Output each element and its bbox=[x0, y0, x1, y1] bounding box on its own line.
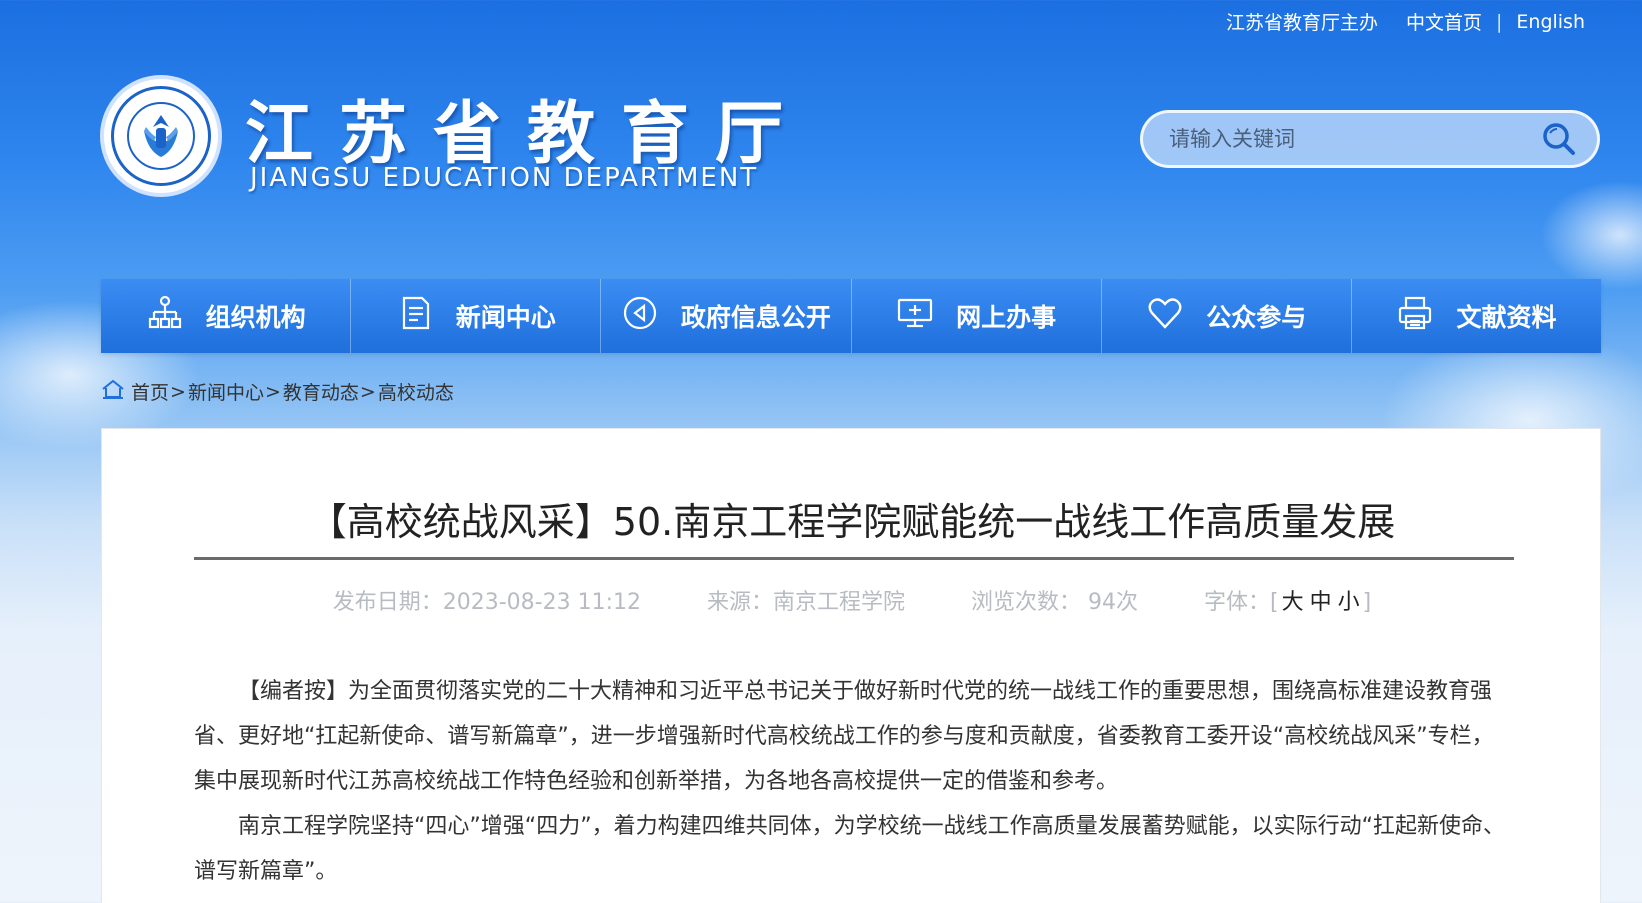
org-chart-icon bbox=[146, 294, 184, 338]
nav-item-org[interactable]: 组织机构 bbox=[101, 279, 352, 353]
heart-icon bbox=[1146, 294, 1184, 338]
document-icon bbox=[396, 294, 434, 338]
font-large-button[interactable]: 大 bbox=[1282, 590, 1304, 615]
view-count: 浏览次数： 94次 bbox=[971, 590, 1139, 615]
font-medium-button[interactable]: 中 bbox=[1310, 590, 1332, 615]
nav-item-gov-info[interactable]: 政府信息公开 bbox=[601, 279, 852, 353]
top-links: 江苏省教育厅主办 中文首页 | English bbox=[1226, 8, 1585, 35]
printer-icon bbox=[1396, 294, 1434, 338]
nav-item-documents[interactable]: 文献资料 bbox=[1352, 279, 1601, 353]
search-box bbox=[1140, 110, 1600, 168]
breadcrumb-university-news[interactable]: 高校动态 bbox=[378, 378, 454, 405]
breadcrumb-edu-news[interactable]: 教育动态 bbox=[283, 378, 359, 405]
nav-item-label: 公众参与 bbox=[1206, 303, 1307, 332]
nav-item-news[interactable]: 新闻中心 bbox=[351, 279, 602, 353]
article-meta: 发布日期：2023-08-23 11:12 来源：南京工程学院 浏览次数： 94… bbox=[102, 584, 1602, 616]
nav-item-label: 文献资料 bbox=[1456, 303, 1557, 332]
search-icon[interactable] bbox=[1541, 121, 1577, 157]
article-title: 【高校统战风采】50.南京工程学院赋能统一战线工作高质量发展 bbox=[308, 500, 1396, 544]
main-nav: 组织机构 新闻中心 政府信息公开 网上办事 公众参与 文献资料 bbox=[101, 279, 1601, 353]
nav-item-label: 网上办事 bbox=[956, 303, 1057, 332]
department-emblem-icon[interactable] bbox=[100, 75, 222, 197]
site-subtitle: JIANGSU EDUCATION DEPARTMENT bbox=[250, 163, 759, 193]
home-link[interactable]: 中文首页 bbox=[1406, 8, 1482, 35]
article-body: 【编者按】为全面贯彻落实党的二十大精神和习近平总书记关于做好新时代党的统一战线工… bbox=[194, 669, 1514, 894]
article-paragraph: 南京工程学院坚持“四心”增强“四力”，着力构建四维共同体，为学校统一战线工作高质… bbox=[194, 814, 1505, 884]
title-divider bbox=[194, 557, 1514, 560]
nav-item-label: 新闻中心 bbox=[455, 303, 556, 332]
link-separator: | bbox=[1495, 10, 1503, 33]
publish-date: 发布日期：2023-08-23 11:12 bbox=[332, 590, 641, 615]
nav-item-label: 政府信息公开 bbox=[680, 303, 831, 332]
breadcrumb-home[interactable]: 首页 bbox=[131, 378, 169, 405]
cloud-decoration bbox=[1540, 180, 1642, 290]
home-icon bbox=[101, 378, 131, 405]
article-paragraph: 【编者按】为全面贯彻落实党的二十大精神和习近平总书记关于做好新时代党的统一战线工… bbox=[194, 679, 1494, 794]
font-small-button[interactable]: 小 bbox=[1338, 590, 1360, 615]
nav-item-public[interactable]: 公众参与 bbox=[1102, 279, 1352, 353]
article-panel: 【高校统战风采】50.南京工程学院赋能统一战线工作高质量发展 发布日期：2023… bbox=[101, 428, 1601, 903]
nav-item-label: 组织机构 bbox=[205, 303, 306, 332]
search-input[interactable] bbox=[1169, 127, 1541, 151]
breadcrumb: 首页 > 新闻中心 > 教育动态 > 高校动态 bbox=[101, 378, 454, 405]
nav-item-online-service[interactable]: 网上办事 bbox=[852, 279, 1102, 353]
article-source: 来源：南京工程学院 bbox=[707, 590, 906, 615]
host-label: 江苏省教育厅主办 bbox=[1225, 12, 1378, 34]
breadcrumb-news[interactable]: 新闻中心 bbox=[188, 378, 264, 405]
play-circle-icon bbox=[621, 294, 659, 338]
english-link[interactable]: English bbox=[1516, 11, 1585, 33]
font-size-selector: 字体：[大中小] bbox=[1204, 590, 1372, 615]
monitor-icon bbox=[896, 294, 934, 338]
